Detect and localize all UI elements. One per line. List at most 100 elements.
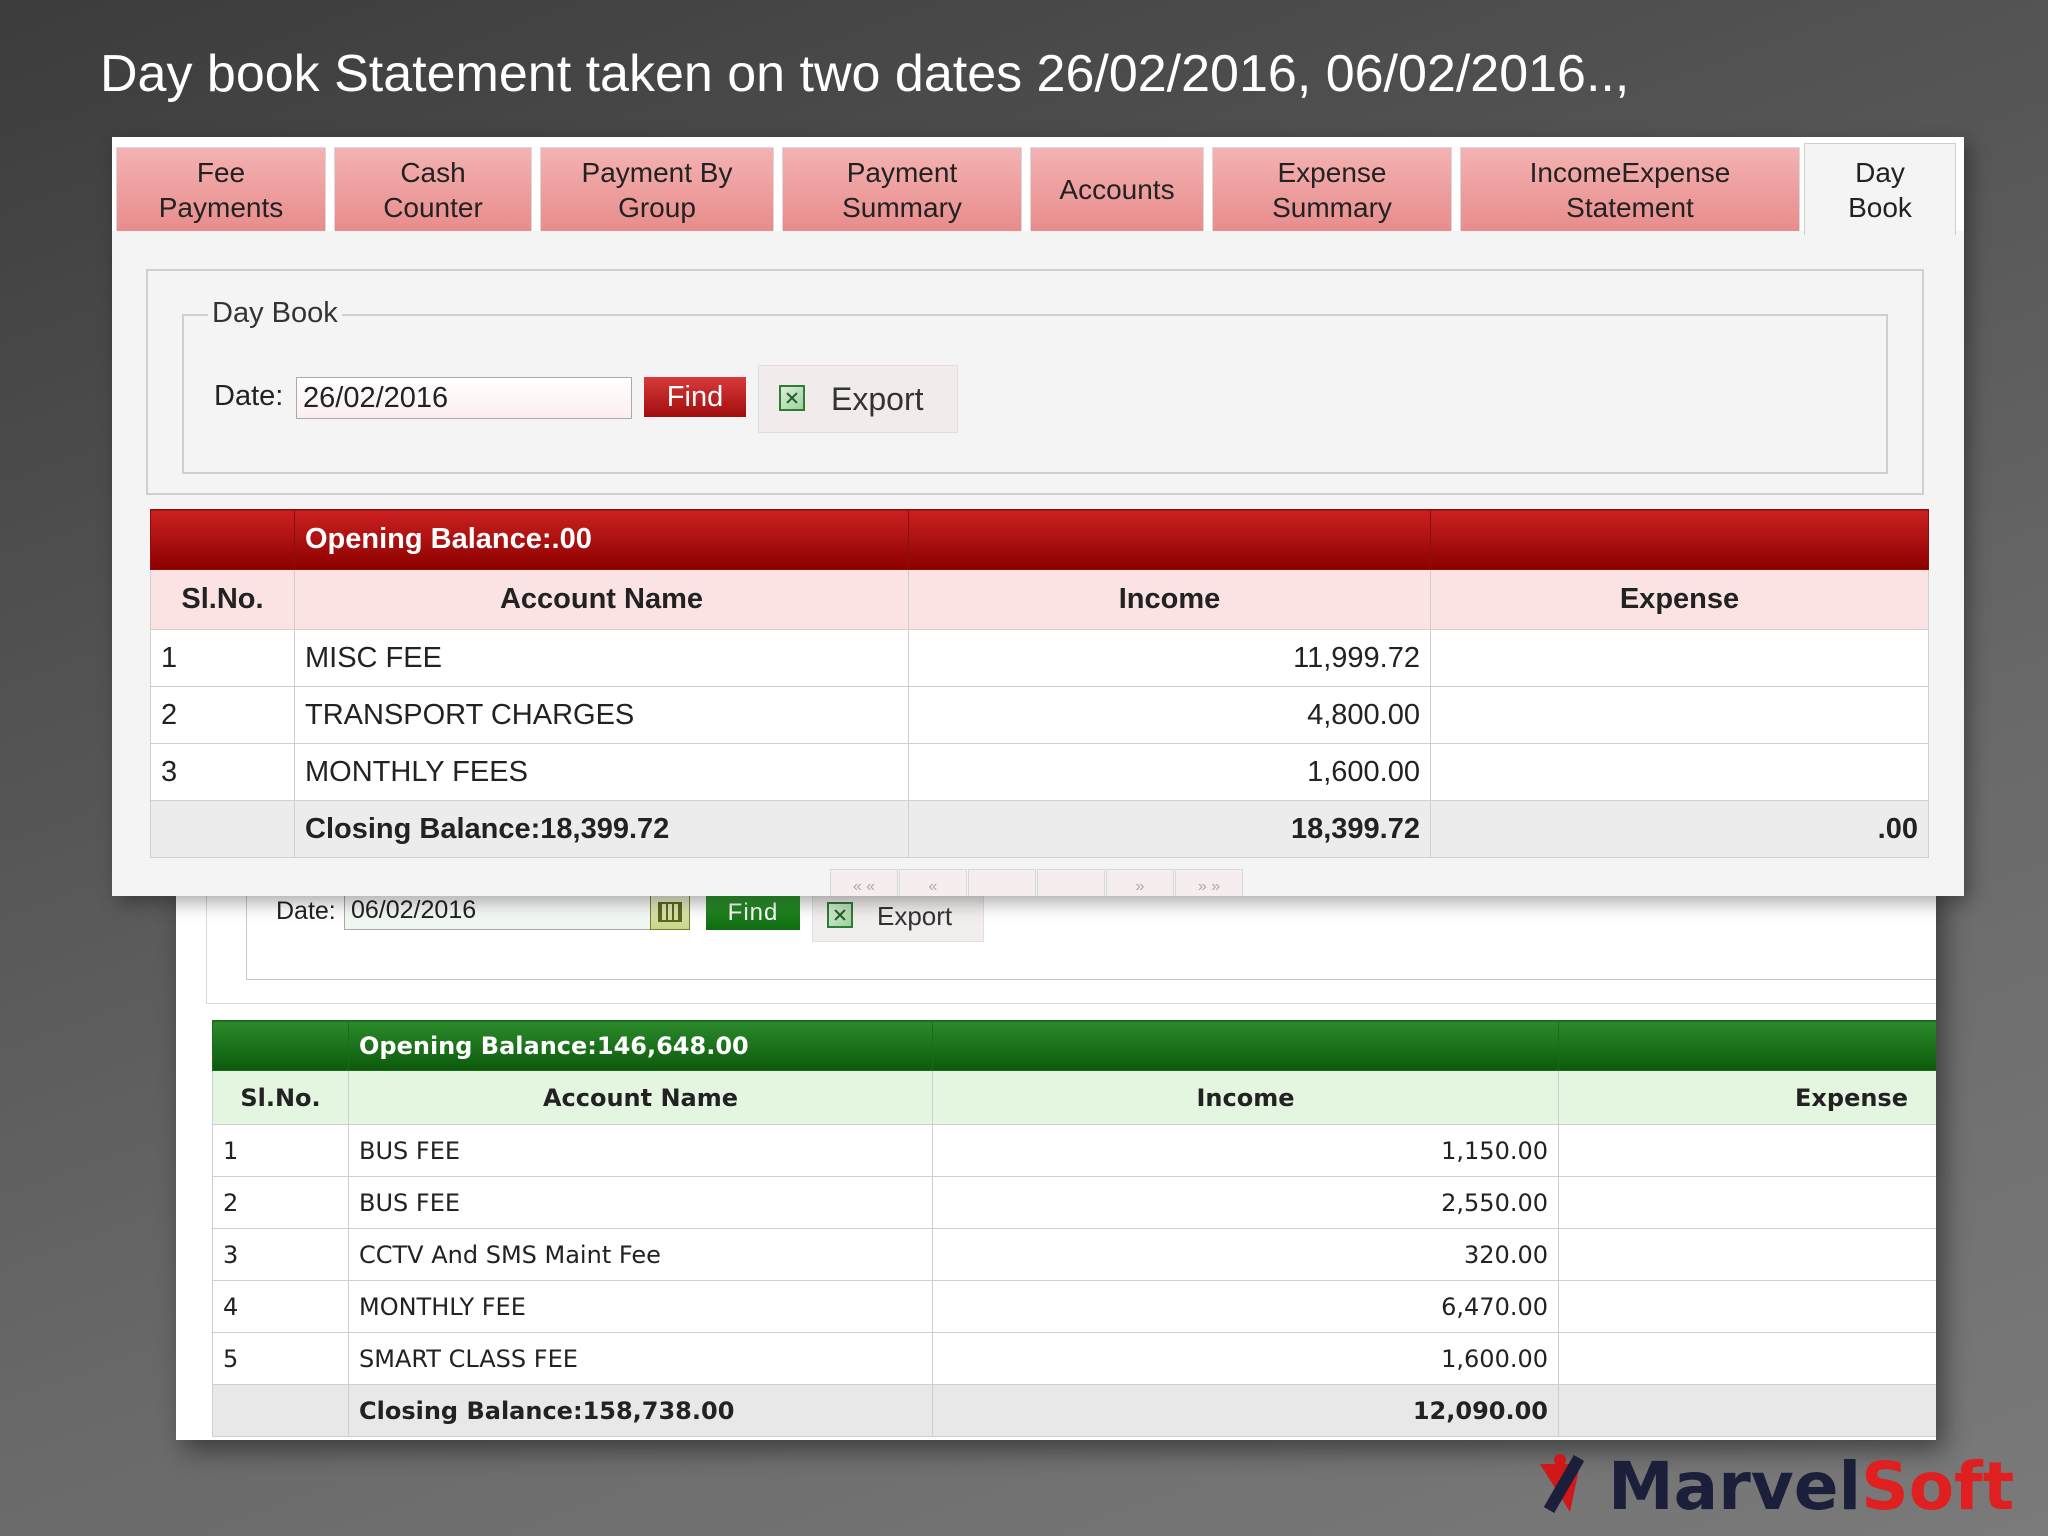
logo-mark-icon xyxy=(1540,1454,1604,1518)
find-button[interactable]: Find xyxy=(706,896,800,930)
date-input[interactable] xyxy=(344,890,656,930)
account-cell: SMART CLASS FEE xyxy=(348,1332,933,1385)
expense-cell xyxy=(1558,1228,1936,1281)
export-button[interactable]: Export xyxy=(812,890,984,942)
table-row: 1 BUS FEE 1,150.00 xyxy=(212,1124,1936,1177)
account-cell: CCTV And SMS Maint Fee xyxy=(348,1228,933,1281)
slide-title: Day book Statement taken on two dates 26… xyxy=(100,45,1630,103)
pager-first-button[interactable]: « « xyxy=(830,869,898,896)
tab-accounts[interactable]: Accounts xyxy=(1030,147,1204,231)
fieldset-legend: Day Book xyxy=(208,297,342,330)
expense-cell xyxy=(1558,1124,1936,1177)
total-expense xyxy=(1558,1384,1936,1437)
day-book-screenshot-first: Fee Payments Cash Counter Payment By Group … xyxy=(112,137,1964,896)
expense-cell xyxy=(1558,1176,1936,1229)
column-header: Sl.No. xyxy=(212,1070,349,1125)
income-cell: 6,470.00 xyxy=(932,1280,1559,1333)
income-cell: 1,600.00 xyxy=(908,743,1431,801)
opening-balance-row: Opening Balance:146,648.00 xyxy=(212,1020,1936,1071)
income-cell: 1,600.00 xyxy=(932,1332,1559,1385)
column-header: Income xyxy=(908,569,1431,630)
expense-cell xyxy=(1558,1332,1936,1385)
account-cell: MISC FEE xyxy=(294,629,909,687)
marvelsoft-logo: MarvelSoft xyxy=(1540,1446,2014,1526)
tab-bar: Fee Payments Cash Counter Payment By Group … xyxy=(112,137,1964,235)
table-row: 5 SMART CLASS FEE 1,600.00 xyxy=(212,1332,1936,1385)
logo-text: MarvelSoft xyxy=(1608,1447,2015,1525)
income-cell: 11,999.72 xyxy=(908,629,1431,687)
column-header-row: Sl.No. Account Name Income Expense xyxy=(212,1070,1936,1125)
pager-page-button[interactable] xyxy=(1037,869,1105,896)
sl-cell: 2 xyxy=(212,1176,349,1229)
table-row: 3 MONTHLY FEES 1,600.00 xyxy=(150,743,1929,801)
tab-incomeexpense-statement[interactable]: IncomeExpense Statement xyxy=(1460,147,1800,231)
tab-fee-payments[interactable]: Fee Payments xyxy=(116,147,326,231)
closing-balance: Closing Balance:18,399.72 xyxy=(294,800,909,858)
pager-last-button[interactable]: » » xyxy=(1175,869,1243,896)
column-header: Expense xyxy=(1558,1070,1936,1125)
tab-cash-counter[interactable]: Cash Counter xyxy=(334,147,532,231)
expense-cell xyxy=(1430,686,1929,744)
account-cell: BUS FEE xyxy=(348,1176,933,1229)
closing-balance: Closing Balance:158,738.00 xyxy=(348,1384,933,1437)
date-label: Date: xyxy=(214,380,284,412)
tab-payment-summary[interactable]: Payment Summary xyxy=(782,147,1022,231)
export-label: Export xyxy=(831,380,924,417)
sl-cell: 3 xyxy=(150,743,295,801)
opening-balance: Opening Balance:146,648.00 xyxy=(348,1020,933,1071)
table-row: 1 MISC FEE 11,999.72 xyxy=(150,629,1929,687)
expense-cell xyxy=(1430,743,1929,801)
total-expense: .00 xyxy=(1430,800,1929,858)
sl-cell: 1 xyxy=(212,1124,349,1177)
account-cell: TRANSPORT CHARGES xyxy=(294,686,909,744)
find-button[interactable]: Find xyxy=(644,377,746,417)
table-row: 2 BUS FEE 2,550.00 xyxy=(212,1176,1936,1229)
tab-day-book[interactable]: Day Book xyxy=(1804,143,1956,235)
pager-next-button[interactable]: » xyxy=(1106,869,1174,896)
column-header: Account Name xyxy=(348,1070,933,1125)
export-label: Export xyxy=(877,900,953,931)
day-book-table: Opening Balance:146,648.00 Sl.No. Accoun… xyxy=(212,1020,1936,1437)
table-row: 4 MONTHLY FEE 6,470.00 xyxy=(212,1280,1936,1333)
column-header: Account Name xyxy=(294,569,909,630)
day-book-table: Opening Balance:.00 Sl.No. Account Name … xyxy=(150,509,1929,858)
date-label: Date: xyxy=(276,897,336,925)
excel-icon xyxy=(827,902,853,928)
account-cell: MONTHLY FEES xyxy=(294,743,909,801)
excel-icon xyxy=(779,385,805,411)
pager: « « « » » » xyxy=(830,869,1244,896)
tab-expense-summary[interactable]: Expense Summary xyxy=(1212,147,1452,231)
closing-balance-row: Closing Balance:18,399.72 18,399.72 .00 xyxy=(150,800,1929,858)
total-income: 12,090.00 xyxy=(932,1384,1559,1437)
sl-cell: 5 xyxy=(212,1332,349,1385)
sl-cell: 4 xyxy=(212,1280,349,1333)
pager-prev-button[interactable]: « xyxy=(899,869,967,896)
date-input[interactable] xyxy=(296,377,632,419)
opening-balance: Opening Balance:.00 xyxy=(294,509,909,570)
export-button[interactable]: Export xyxy=(758,365,958,433)
column-header: Expense xyxy=(1430,569,1929,630)
calendar-button[interactable] xyxy=(650,892,690,930)
expense-cell xyxy=(1558,1280,1936,1333)
income-cell: 4,800.00 xyxy=(908,686,1431,744)
column-header: Income xyxy=(932,1070,1559,1125)
income-cell: 320.00 xyxy=(932,1228,1559,1281)
account-cell: BUS FEE xyxy=(348,1124,933,1177)
closing-balance-row: Closing Balance:158,738.00 12,090.00 xyxy=(212,1384,1936,1437)
account-cell: MONTHLY FEE xyxy=(348,1280,933,1333)
pager-page-button[interactable] xyxy=(968,869,1036,896)
sl-cell: 3 xyxy=(212,1228,349,1281)
income-cell: 2,550.00 xyxy=(932,1176,1559,1229)
table-row: 3 CCTV And SMS Maint Fee 320.00 xyxy=(212,1228,1936,1281)
tab-payment-by-group[interactable]: Payment By Group xyxy=(540,147,774,231)
income-cell: 1,150.00 xyxy=(932,1124,1559,1177)
table-row: 2 TRANSPORT CHARGES 4,800.00 xyxy=(150,686,1929,744)
column-header: Sl.No. xyxy=(150,569,295,630)
column-header-row: Sl.No. Account Name Income Expense xyxy=(150,569,1929,630)
sl-cell: 2 xyxy=(150,686,295,744)
day-book-screenshot-second: Date: Find Export Opening Balance:146,64… xyxy=(176,880,1936,1440)
opening-balance-row: Opening Balance:.00 xyxy=(150,509,1929,570)
sl-cell: 1 xyxy=(150,629,295,687)
calendar-icon xyxy=(658,902,682,922)
total-income: 18,399.72 xyxy=(908,800,1431,858)
